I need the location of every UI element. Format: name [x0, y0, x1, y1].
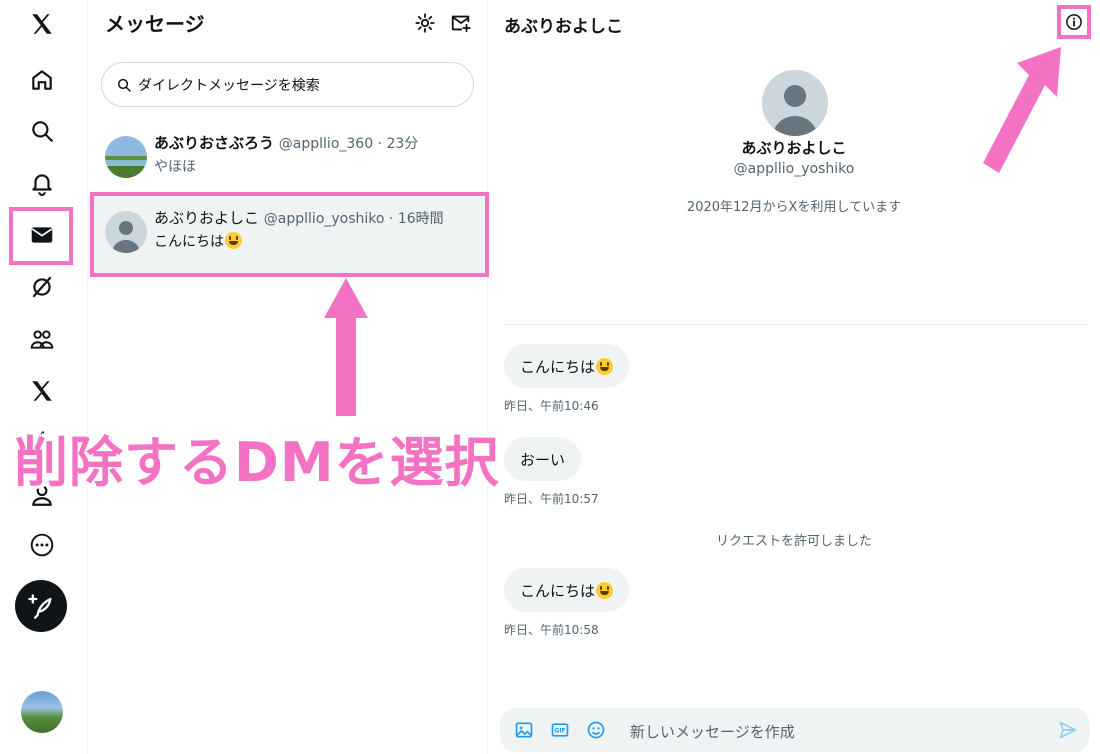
- more-icon[interactable]: [22, 525, 62, 565]
- message-text: こんにちは: [520, 581, 596, 600]
- bell-icon[interactable]: [22, 163, 62, 203]
- page-title: メッセージ: [105, 12, 205, 36]
- image-icon[interactable]: [514, 720, 534, 740]
- profile-handle: @appllio_yoshiko: [733, 161, 855, 177]
- grok-icon[interactable]: [22, 267, 62, 307]
- messages-list-panel: メッセージ ダイレクトメッセージを検索 あぶりおさぶろう @appllio_36…: [88, 0, 489, 754]
- send-icon[interactable]: [1058, 720, 1078, 740]
- message-bubble[interactable]: こんにちは: [504, 568, 630, 612]
- communities-icon[interactable]: [22, 319, 62, 359]
- chat-pane: あぶりおよしこ あぶりおよしこ @appllio_yoshiko 2020年12…: [488, 0, 1100, 754]
- smiley-emoji-icon: [596, 581, 614, 599]
- conversation-time: 23分: [386, 136, 419, 152]
- joined-date: 2020年12月からXを利用しています: [686, 200, 902, 215]
- feather-plus-icon: [28, 594, 52, 619]
- system-message: リクエストを許可しました: [715, 534, 872, 549]
- message-timestamp: 昨日、午前10:46: [504, 399, 599, 413]
- gif-icon[interactable]: GIF: [550, 720, 570, 740]
- left-nav: [0, 0, 88, 754]
- message-input[interactable]: 新しいメッセージを作成: [630, 721, 795, 742]
- x-logo-icon[interactable]: [22, 4, 62, 44]
- divider: [504, 324, 1088, 325]
- emoji-picker-icon[interactable]: [586, 720, 606, 740]
- info-icon: [1066, 14, 1082, 30]
- search-icon: [117, 78, 131, 92]
- message-text: おーい: [520, 450, 566, 469]
- search-icon[interactable]: [22, 111, 62, 151]
- search-placeholder: ダイレクトメッセージを検索: [138, 77, 320, 94]
- avatar: [105, 136, 147, 178]
- message-text: こんにちは: [520, 357, 596, 376]
- info-button[interactable]: [1057, 5, 1091, 39]
- pink-arrow-up-icon: [324, 278, 368, 416]
- search-input[interactable]: ダイレクトメッセージを検索: [101, 62, 474, 107]
- smiley-emoji-icon: [596, 357, 614, 375]
- home-icon[interactable]: [22, 60, 62, 100]
- profile-avatar[interactable]: [762, 70, 828, 136]
- message-composer: GIF 新しいメッセージを作成: [500, 708, 1090, 752]
- conversation-handle: @appllio_360: [278, 136, 374, 152]
- gear-icon[interactable]: [414, 12, 436, 34]
- message-timestamp: 昨日、午前10:57: [504, 492, 599, 506]
- conversation-item[interactable]: あぶりおさぶろう @appllio_360 · 23分 やほほ: [88, 122, 488, 198]
- mail-highlight-box: [9, 207, 73, 265]
- conversation-name: あぶりおさぶろう: [154, 134, 275, 152]
- profile-name: あぶりおよしこ: [741, 139, 847, 157]
- conversation-preview: やほほ: [154, 159, 196, 175]
- chat-title: あぶりおよしこ: [504, 17, 623, 37]
- selection-highlight-box: [90, 192, 489, 277]
- message-bubble[interactable]: おーい: [504, 437, 582, 481]
- svg-text:GIF: GIF: [555, 729, 566, 735]
- account-avatar[interactable]: [21, 691, 63, 733]
- message-bubble[interactable]: こんにちは: [504, 344, 630, 388]
- compose-post-button[interactable]: [15, 580, 67, 632]
- new-message-icon[interactable]: [450, 12, 472, 34]
- annotation-caption: 削除するDMを選択: [14, 431, 500, 494]
- premium-x-icon[interactable]: [22, 371, 62, 411]
- message-timestamp: 昨日、午前10:58: [504, 623, 599, 637]
